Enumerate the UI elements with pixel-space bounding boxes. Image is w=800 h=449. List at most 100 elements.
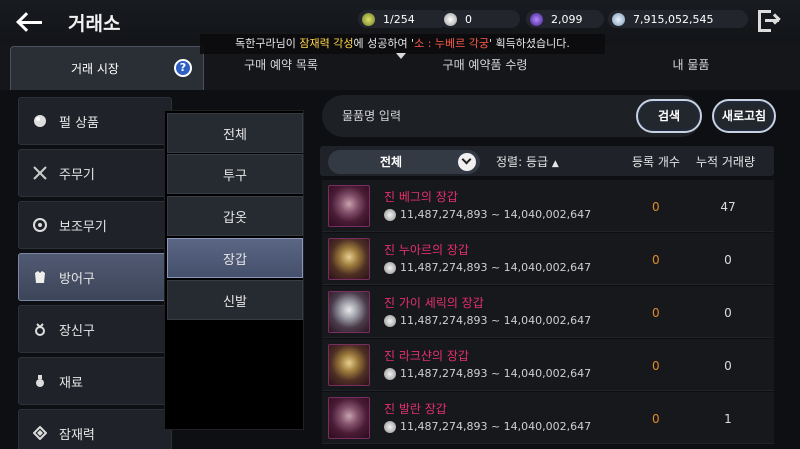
item-price-range: 11,487,274,893 ~ 14,040,002,647	[400, 420, 592, 433]
count-header: 등록 개수	[632, 155, 680, 169]
silver-coin-icon	[384, 262, 396, 274]
notice-text: ' 획득하셨습니다.	[489, 37, 570, 50]
item-trade-volume: 0	[724, 359, 732, 373]
item-listed-count: 0	[652, 359, 660, 373]
table-row[interactable]: 진 라크샨의 장갑 11,487,274,893 ~ 14,040,002,64…	[322, 339, 774, 391]
notice-player: 독한구라	[235, 37, 276, 50]
category-label: 장신구	[59, 323, 95, 339]
grade-filter-dropdown[interactable]: 전체	[328, 150, 480, 174]
category-label: 주무기	[59, 167, 95, 183]
filter-label: 전체	[379, 155, 403, 169]
refresh-button[interactable]: 새로고침	[712, 99, 776, 133]
category-main-weapon[interactable]: 주무기	[18, 149, 172, 197]
table-row[interactable]: 진 가이 세릭의 장갑 11,487,274,893 ~ 14,040,002,…	[322, 286, 774, 338]
item-listed-count: 0	[652, 412, 660, 426]
glove-thumbnail-icon	[328, 238, 370, 280]
chevron-down-icon[interactable]	[458, 153, 476, 171]
subcategory-all[interactable]: 전체	[167, 113, 303, 153]
category-label: 펄 상품	[59, 115, 100, 131]
item-name: 진 누아르의 장갑	[384, 243, 469, 257]
category-armor[interactable]: 방어구	[18, 253, 172, 301]
item-name: 진 라크샨의 장갑	[384, 349, 469, 363]
subcategory-gloves[interactable]: 장갑	[167, 238, 303, 278]
silver-coin-icon	[384, 209, 396, 221]
item-trade-volume: 1	[724, 412, 732, 426]
item-name: 진 발란 장갑	[384, 402, 447, 416]
exit-arrow-head	[769, 13, 781, 25]
sort-toggle[interactable]: 정렬: 등급 ▲	[496, 153, 559, 170]
item-name: 진 베그의 장갑	[384, 190, 458, 204]
back-arrow-head	[16, 12, 36, 32]
category-label: 재료	[59, 375, 83, 391]
volume-header: 누적 거래량	[696, 155, 756, 169]
currency-value: 7,915,052,545	[633, 12, 714, 26]
table-row[interactable]: 진 베그의 장갑 11,487,274,893 ~ 14,040,002,647…	[322, 180, 774, 232]
notice-text: 에 성공하여 '	[353, 37, 415, 50]
pearl-icon	[33, 114, 47, 128]
notice-item: 소 : 누베르 각궁	[414, 37, 490, 50]
notice-action: 잠재력 각성	[299, 37, 354, 50]
crossed-swords-icon	[33, 166, 47, 180]
category-label: 보조무기	[59, 219, 107, 235]
item-trade-volume: 0	[724, 253, 732, 267]
loyalty-coin-icon	[362, 12, 375, 26]
subcategory-helmet[interactable]: 투구	[167, 154, 303, 194]
category-sub-weapon[interactable]: 보조무기	[18, 201, 172, 249]
page-title: 거래소	[68, 13, 121, 35]
category-label: 방어구	[59, 271, 95, 287]
table-row[interactable]: 진 발란 장갑 11,487,274,893 ~ 14,040,002,647 …	[322, 392, 774, 444]
table-row[interactable]: 진 누아르의 장갑 11,487,274,893 ~ 14,040,002,64…	[322, 233, 774, 285]
ring-icon	[33, 218, 47, 232]
tab-receive[interactable]: 구매 예약품 수령	[410, 56, 560, 73]
silver-coin-icon	[384, 315, 396, 327]
item-trade-volume: 47	[720, 200, 736, 214]
item-price-range: 11,487,274,893 ~ 14,040,002,647	[400, 314, 592, 327]
glove-thumbnail-icon	[328, 291, 370, 333]
currency-value: 1/254	[383, 12, 415, 26]
item-listed-count: 0	[652, 306, 660, 320]
tab-reservations[interactable]: 구매 예약 목록	[206, 56, 356, 73]
item-listed-count: 0	[652, 200, 660, 214]
silver-coin-icon	[612, 12, 625, 26]
subcategory-armor[interactable]: 갑옷	[167, 196, 303, 236]
currency-crystal: 2,099	[526, 10, 604, 28]
currency-value: 2,099	[551, 12, 583, 26]
item-name: 진 가이 세릭의 장갑	[384, 296, 484, 310]
sort-label: 정렬: 등급	[496, 155, 549, 169]
subcategory-shoes[interactable]: 신발	[167, 280, 303, 320]
armor-icon	[33, 270, 47, 284]
notice-pointer-icon	[396, 53, 406, 59]
category-sidebar: 펄 상품 주무기 보조무기 방어구 장신구 재료 잠재력	[18, 95, 174, 449]
currency-value: 0	[465, 12, 472, 26]
glove-thumbnail-icon	[328, 344, 370, 386]
notice-banner: 독한구라님이 잠재력 각성에 성공하여 '소 : 누베르 각궁' 획득하셨습니다…	[200, 34, 605, 54]
table-header: 전체 정렬: 등급 ▲ 등록 개수 누적 거래량	[320, 146, 774, 176]
category-material[interactable]: 재료	[18, 357, 172, 405]
item-listed-count: 0	[652, 253, 660, 267]
glove-thumbnail-icon	[328, 397, 370, 439]
accessory-icon	[33, 322, 47, 336]
help-icon[interactable]: ?	[174, 59, 192, 77]
exit-icon[interactable]	[758, 10, 781, 32]
diamond-icon	[33, 426, 47, 440]
tab-label: 거래 시장	[71, 62, 119, 76]
subcategory-panel: 전체 투구 갑옷 장갑 신발	[164, 110, 304, 430]
silver-coin-icon	[384, 421, 396, 433]
item-price-range: 11,487,274,893 ~ 14,040,002,647	[400, 367, 592, 380]
tab-my-items[interactable]: 내 물품	[616, 56, 766, 73]
search-input[interactable]	[342, 105, 602, 127]
search-button[interactable]: 검색	[636, 99, 702, 133]
category-pearl[interactable]: 펄 상품	[18, 97, 172, 145]
currency-loyalty: 1/254	[358, 10, 448, 28]
crystal-icon	[530, 12, 543, 26]
sort-up-icon: ▲	[551, 159, 559, 169]
item-trade-volume: 0	[724, 306, 732, 320]
item-price-range: 11,487,274,893 ~ 14,040,002,647	[400, 261, 592, 274]
back-arrow-icon[interactable]	[14, 8, 46, 36]
category-accessory[interactable]: 장신구	[18, 305, 172, 353]
item-price-range: 11,487,274,893 ~ 14,040,002,647	[400, 208, 592, 221]
silver-coin-icon	[384, 368, 396, 380]
pearl-icon	[444, 12, 457, 26]
category-potential[interactable]: 잠재력	[18, 409, 172, 449]
notice-text: 님이	[275, 37, 300, 50]
